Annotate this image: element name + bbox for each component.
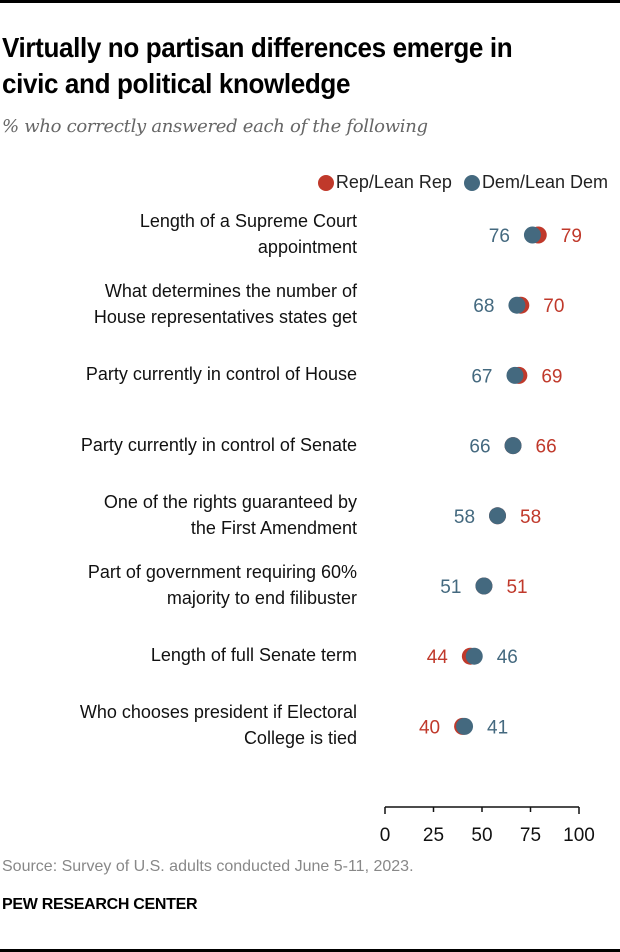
x-tick-label: 25 — [423, 825, 444, 846]
dem-dot — [475, 577, 493, 595]
rep-value-label: 58 — [520, 507, 541, 528]
rep-value-label: 69 — [541, 366, 562, 387]
dem-value-label: 67 — [471, 366, 492, 387]
dem-dot — [504, 437, 522, 455]
rep-value-label: 79 — [561, 226, 582, 247]
dot-plot: 76 79 68 70 67 69 66 66 58 58 51 51 44 46 40 41 0 25 50 75 1… — [380, 226, 595, 846]
dem-dot — [508, 296, 526, 314]
x-tick-label: 50 — [471, 825, 492, 846]
rep-value-label: 51 — [506, 577, 527, 598]
dem-value-label: 58 — [454, 507, 475, 528]
dem-value-label: 46 — [497, 647, 518, 668]
dem-dot — [456, 717, 474, 735]
dem-value-label: 66 — [469, 437, 490, 458]
brand-label: PEW RESEARCH CENTER — [2, 896, 198, 913]
x-tick-label: 0 — [380, 825, 391, 846]
dem-value-label: 51 — [440, 577, 461, 598]
rep-value-label: 44 — [427, 647, 449, 668]
dem-dot — [506, 366, 524, 384]
rep-value-label: 40 — [419, 717, 440, 738]
rep-value-label: 66 — [536, 437, 557, 458]
source-note: Source: Survey of U.S. adults conducted … — [2, 858, 414, 875]
dem-dot — [465, 647, 483, 665]
dem-value-label: 76 — [489, 226, 510, 247]
dem-dot — [523, 226, 541, 244]
rep-value-label: 70 — [543, 296, 564, 317]
dem-value-label: 68 — [473, 296, 494, 317]
x-tick-label: 100 — [563, 825, 595, 846]
x-tick-label: 75 — [520, 825, 541, 846]
dem-dot — [489, 507, 507, 525]
dem-value-label: 41 — [487, 717, 508, 738]
